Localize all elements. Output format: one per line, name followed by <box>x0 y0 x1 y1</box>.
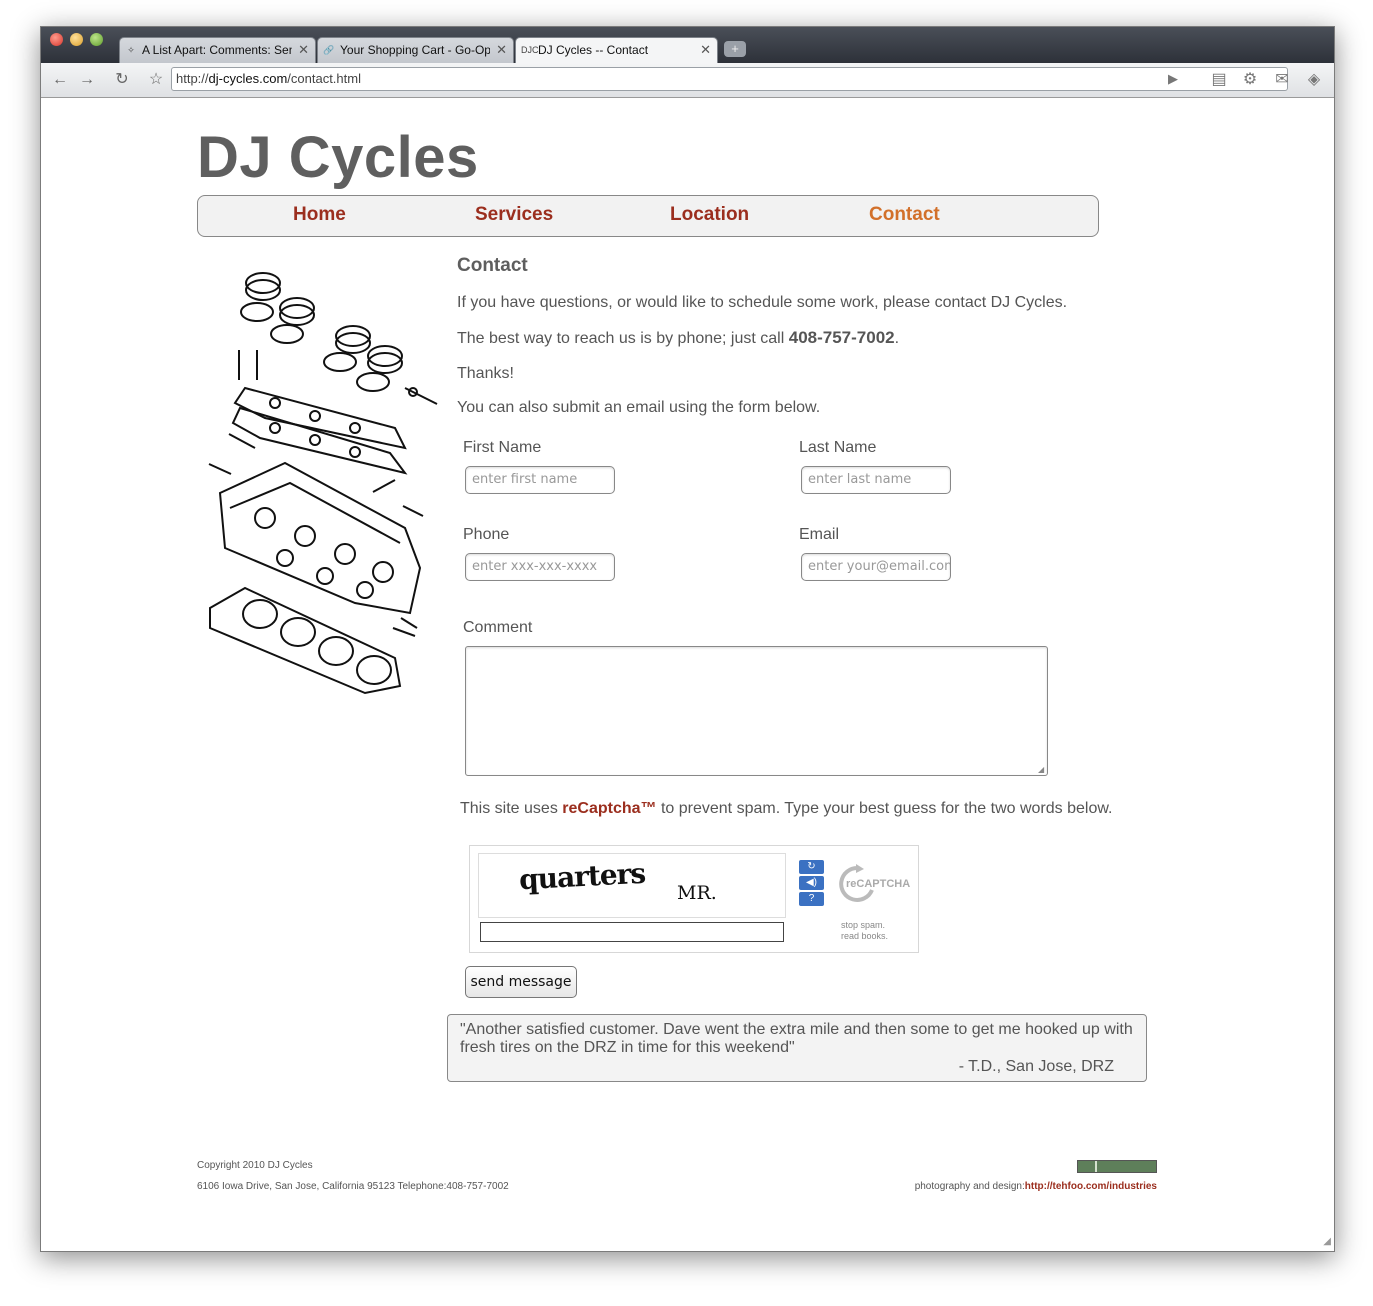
refresh-icon[interactable]: ↻ <box>799 860 824 874</box>
browser-window: ✧ A List Apart: Comments: Sen ✕ 🔗 Your S… <box>40 26 1335 1252</box>
nav-home[interactable]: Home <box>293 204 346 226</box>
nav-contact[interactable]: Contact <box>869 204 940 226</box>
footer-credit-link[interactable]: http://tehfoo.com/industries <box>1025 1181 1157 1192</box>
phone-number: 408-757-7002 <box>788 328 895 347</box>
comment-field[interactable]: ◢ <box>465 646 1048 776</box>
star-icon: ✧ <box>127 45 135 55</box>
testimonial-attribution: - T.D., San Jose, DRZ <box>958 1058 1114 1075</box>
email-field[interactable]: enter your@email.com <box>801 553 951 581</box>
last-name-label: Last Name <box>799 439 877 456</box>
close-icon[interactable]: ✕ <box>298 38 309 62</box>
link-icon: 🔗 <box>323 45 335 55</box>
footer-address: 6106 Iowa Drive, San Jose, California 95… <box>197 1181 509 1192</box>
last-name-field[interactable]: enter last name <box>801 466 951 494</box>
nav-services[interactable]: Services <box>475 204 553 226</box>
recaptcha-tagline-2: read books. <box>841 931 889 941</box>
badge-divider <box>1095 1161 1097 1172</box>
help-icon[interactable]: ? <box>799 892 824 906</box>
forward-icon[interactable]: → <box>76 69 98 91</box>
djc-favicon: DJC <box>521 45 539 55</box>
close-window-button[interactable] <box>50 33 63 46</box>
tab-dj-cycles[interactable]: DJC DJ Cycles -- Contact ✕ <box>515 37 718 63</box>
phone-post: . <box>894 330 900 347</box>
recaptcha-tagline-1: stop spam. <box>841 920 886 930</box>
first-name-label: First Name <box>463 439 542 456</box>
resize-grip-icon[interactable]: ◢ <box>1038 766 1046 774</box>
site-badge <box>1077 1160 1157 1173</box>
footer-credit: photography and design:http://tehfoo.com… <box>915 1181 1157 1192</box>
recaptcha-note-post: to prevent spam. Type your best guess fo… <box>656 800 1113 817</box>
go-icon[interactable]: ▶ <box>1163 69 1183 89</box>
tab-label: DJ Cycles -- Contact <box>538 43 649 57</box>
url-prefix: http:// <box>176 71 209 86</box>
bookmark-star-icon[interactable]: ☆ <box>145 69 167 91</box>
tab-a-list-apart[interactable]: ✧ A List Apart: Comments: Sen ✕ <box>119 37 316 63</box>
close-icon[interactable]: ✕ <box>496 38 507 62</box>
audio-icon[interactable]: ◀) <box>799 876 824 890</box>
phone-pre: The best way to reach us is by phone; ju… <box>457 330 789 347</box>
footer-credit-pre: photography and design: <box>914 1181 1025 1192</box>
testimonial-quote: "Another satisfied customer. Dave went t… <box>460 1021 1133 1056</box>
gear-icon[interactable]: ⚙ <box>1239 69 1261 91</box>
browser-toolbar: ← → ↻ ☆ http://dj-cycles.com/contact.htm… <box>41 63 1334 98</box>
minimize-window-button[interactable] <box>70 33 83 46</box>
extension-icon[interactable]: ◈ <box>1303 69 1325 91</box>
comment-label: Comment <box>463 619 533 636</box>
form-intro-text: You can also submit an email using the f… <box>457 399 821 416</box>
captcha-word-2: MR. <box>677 882 717 904</box>
intro-text: If you have questions, or would like to … <box>457 294 1068 311</box>
footer-copyright: Copyright 2010 DJ Cycles <box>197 1160 313 1171</box>
captcha-image: quarters MR. <box>478 853 786 918</box>
tab-label: Your Shopping Cart - Go-Op <box>340 43 490 57</box>
phone-field[interactable]: enter xxx-xxx-xxxx <box>465 553 615 581</box>
contact-heading: Contact <box>457 255 528 276</box>
send-message-button[interactable]: send message <box>465 966 577 998</box>
recaptcha-logo: reCAPTCHA™ <box>839 864 910 902</box>
phone-text: The best way to reach us is by phone; ju… <box>457 328 899 348</box>
recaptcha-tagline: stop spam. read books. <box>841 920 911 942</box>
address-bar[interactable]: http://dj-cycles.com/contact.html <box>171 67 1288 91</box>
back-icon[interactable]: ← <box>49 69 71 91</box>
window-resize-grip-icon[interactable]: ◢ <box>1323 1236 1331 1247</box>
main-nav: Home Services Location Contact <box>197 195 1099 237</box>
recaptcha-widget: quarters MR. ↻ ◀) ? reCAPTCHA™ stop spam… <box>469 845 919 953</box>
recaptcha-note: This site uses reCaptcha™ to prevent spa… <box>460 800 1112 818</box>
url-host: dj-cycles.com <box>208 71 288 86</box>
testimonial-box: "Another satisfied customer. Dave went t… <box>447 1014 1147 1082</box>
engine-parts-illustration <box>208 272 438 695</box>
close-icon[interactable]: ✕ <box>700 38 711 62</box>
web-page: DJ Cycles Home Services Location Contact <box>41 98 1334 1250</box>
email-label: Email <box>799 526 840 543</box>
recaptcha-logo-text: reCAPTCHA™ <box>846 878 910 890</box>
tab-shopping-cart[interactable]: 🔗 Your Shopping Cart - Go-Op ✕ <box>317 37 514 63</box>
mail-icon[interactable]: ✉ <box>1271 69 1293 91</box>
phone-label: Phone <box>463 526 510 543</box>
captcha-response-field[interactable] <box>480 922 784 942</box>
first-name-field[interactable]: enter first name <box>465 466 615 494</box>
url-path: /contact.html <box>287 71 361 86</box>
recaptcha-note-pre: This site uses <box>460 800 563 817</box>
reload-icon[interactable]: ↻ <box>111 69 133 91</box>
zoom-window-button[interactable] <box>90 33 103 46</box>
plus-icon[interactable]: + <box>724 41 746 57</box>
browser-tab-strip: ✧ A List Apart: Comments: Sen ✕ 🔗 Your S… <box>41 27 1334 63</box>
nav-location[interactable]: Location <box>670 204 749 226</box>
recaptcha-link[interactable]: reCaptcha™ <box>562 800 656 817</box>
thanks-text: Thanks! <box>457 365 514 382</box>
tab-label: A List Apart: Comments: Sen <box>142 43 292 57</box>
captcha-word-1: quarters <box>518 856 646 897</box>
page-menu-icon[interactable]: ▤ <box>1208 69 1230 91</box>
site-title: DJ Cycles <box>197 125 479 190</box>
